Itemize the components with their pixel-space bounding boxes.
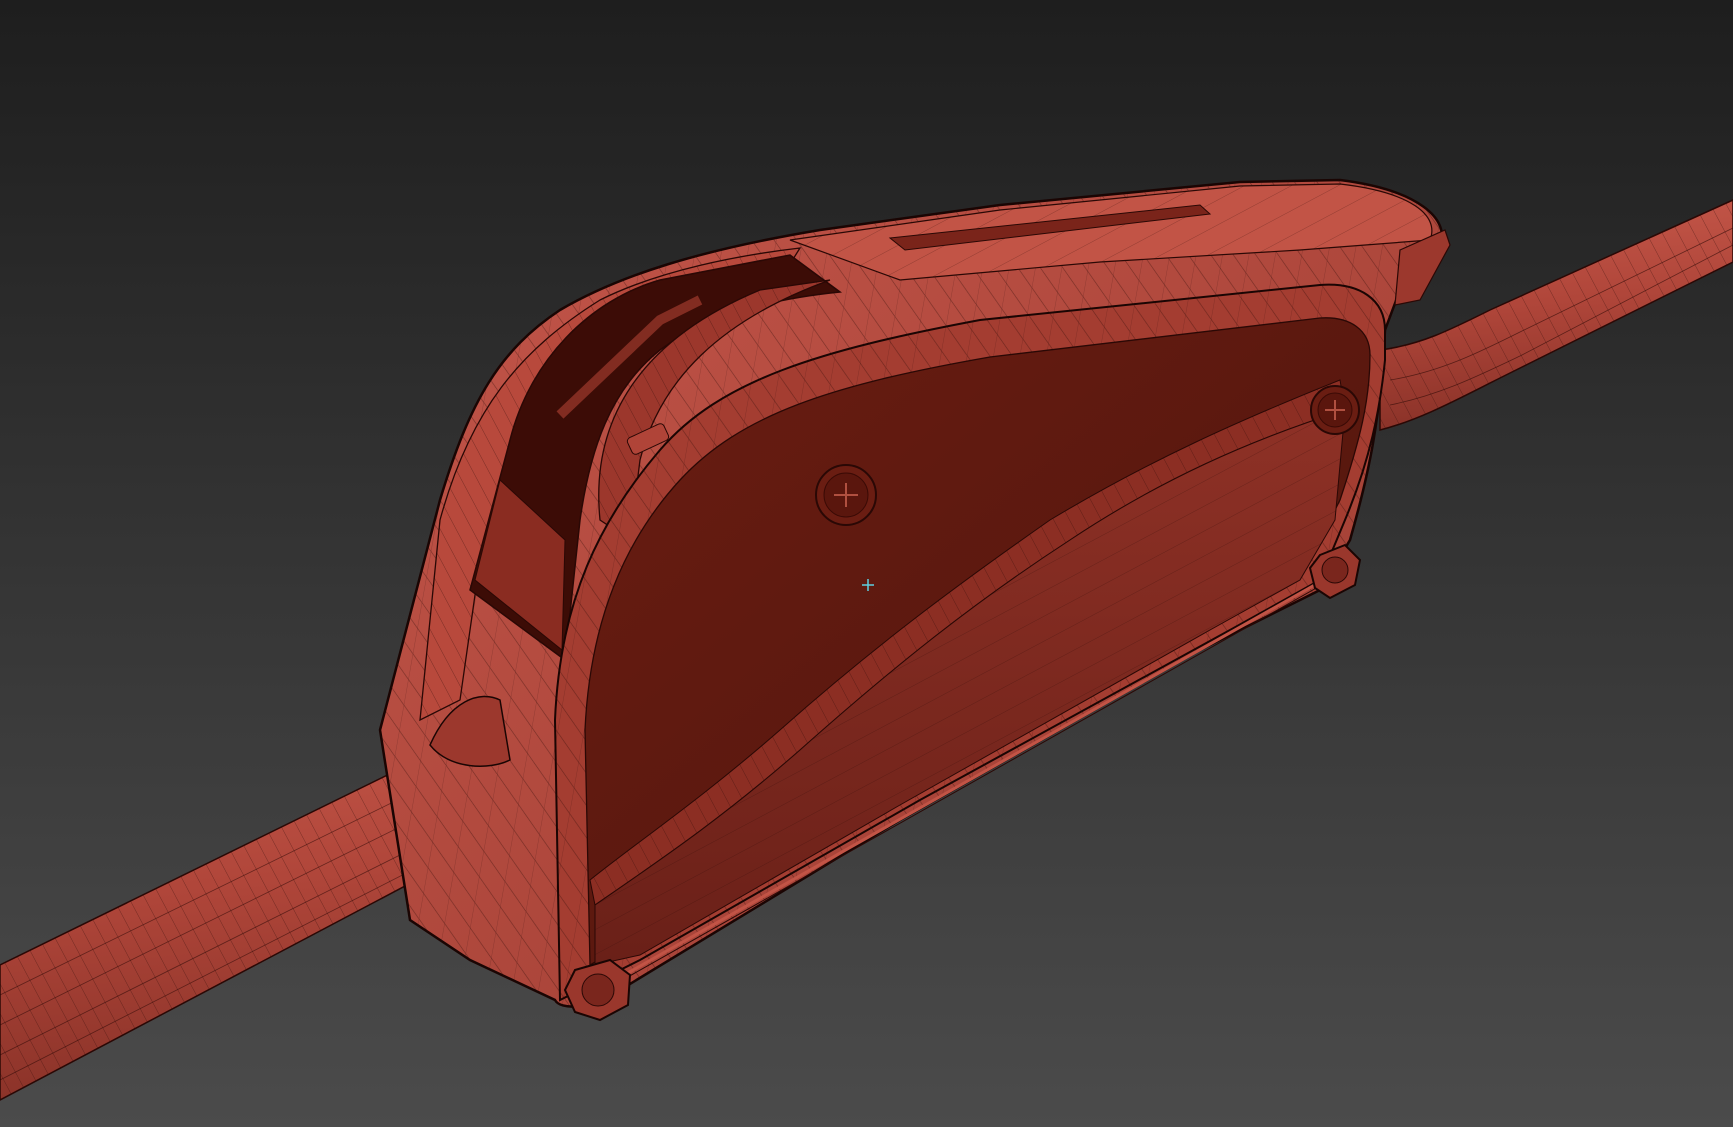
screw-head-right xyxy=(1310,385,1360,435)
viewport-canvas[interactable] xyxy=(0,0,1733,1127)
3d-viewport[interactable] xyxy=(0,0,1733,1127)
screw-head-center xyxy=(815,464,877,526)
